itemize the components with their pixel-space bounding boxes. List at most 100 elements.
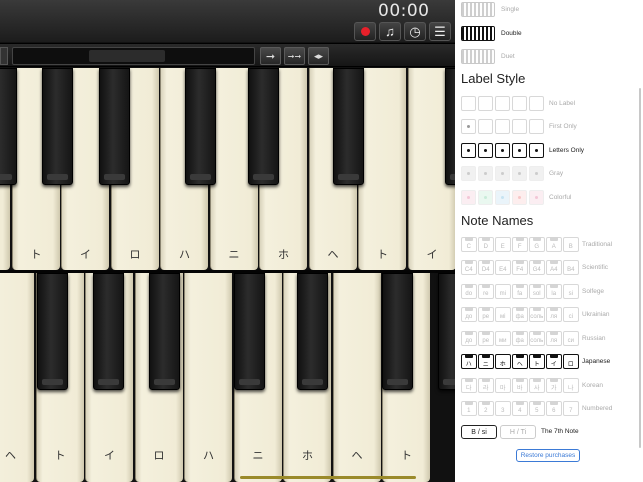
black-key-cap [516,260,524,264]
shift-one-button[interactable]: ➞ [260,47,281,65]
black-key[interactable] [149,273,180,390]
note-cell-text: 3 [501,407,505,414]
note-cell-text: do [465,290,473,297]
key-label: ト [401,450,412,462]
dot-icon [484,196,487,199]
metronome-button[interactable]: ◷ [404,22,426,41]
note-cell-text: 7 [569,407,573,414]
black-key[interactable] [333,68,364,185]
note-cell: 5 [529,401,545,416]
white-key[interactable]: ヘ [332,273,381,482]
split-button[interactable]: ◂▸ [308,47,329,65]
note-cell-text: ми [499,337,507,344]
note-cell-text: A4 [550,266,558,273]
black-key-cap [550,260,558,264]
key-label: ト [377,249,388,261]
black-key[interactable] [42,68,73,185]
keyboard-layout-double-option[interactable] [461,26,495,41]
seventh-note-b-button[interactable]: B / si [461,425,497,439]
dot-icon [467,196,470,199]
note-name-russian-option[interactable]: до ре ми фа соль ля си [461,331,579,346]
dot-icon [484,172,487,175]
black-key[interactable] [248,68,279,185]
black-key[interactable] [93,273,124,390]
black-key[interactable] [445,68,455,185]
black-key-cap [550,307,558,311]
note-cell: F [512,237,528,252]
black-key-cap [465,237,473,241]
note-name-traditional-option[interactable]: CDEFGAB [461,237,579,252]
shift-octave-button[interactable]: ➞➞ [284,47,305,65]
dot-icon [535,149,538,152]
scroll-left-handle[interactable] [0,47,8,65]
label-style-option[interactable] [461,143,544,158]
black-key[interactable] [37,273,68,390]
seventh-note-h-button[interactable]: H / Ti [500,425,536,439]
record-button[interactable] [354,22,376,41]
white-key[interactable]: ト [358,68,406,270]
black-key-cap [550,401,558,405]
menu-button[interactable]: ☰ [429,22,451,41]
panel-scrollbar[interactable] [639,88,641,448]
note-cell-text: B4 [567,266,575,273]
black-key[interactable] [0,68,17,185]
black-key[interactable] [99,68,130,185]
note-name-numbered-option[interactable]: 1 2 3 4 5 6 7 [461,401,579,416]
note-cell: 6 [546,401,562,416]
keyboard-scroll-track[interactable] [12,47,255,65]
key-label: イ [80,249,91,261]
label-style-option[interactable] [461,166,544,181]
keyboard-scroll-thumb[interactable] [89,50,165,62]
note-name-ukrainian-option[interactable]: до ре мі фа соль ля сі [461,307,579,322]
keyboard-layout-duet-option[interactable] [461,49,495,64]
note-cell: fa [512,284,528,299]
black-key[interactable] [185,68,216,185]
black-key[interactable] [438,273,455,390]
note-name-label: Traditional [582,241,613,248]
key-label: ホ [302,450,313,462]
restore-purchases-button[interactable]: Restore purchases [516,449,580,462]
white-key[interactable]: ハ [184,273,232,482]
black-key[interactable] [234,273,265,390]
note-cell: соль [529,331,545,346]
black-key[interactable] [297,273,328,390]
note-name-scientific-option[interactable]: C4 D4 E4 F4 G4 A4 B4 [461,260,579,275]
white-key[interactable]: ヘ [0,273,34,482]
note-cell-text: фа [515,313,524,320]
black-key-cap [465,354,473,358]
note-cell: соль [529,307,545,322]
note-cell: re [478,284,494,299]
note-name-korean-option[interactable]: 다라마바사가나 [461,378,579,393]
note-cell-text: D4 [481,266,490,273]
black-key[interactable] [382,273,413,390]
style-cell [529,96,544,111]
black-key-cap [533,331,541,335]
style-cell [461,143,476,158]
style-cell [529,143,544,158]
style-cell [461,166,476,181]
note-name-japanese-option[interactable]: ハニホヘトイロ [461,354,579,369]
timer-display: 00:00 [378,1,430,21]
label-style-option[interactable] [461,190,544,205]
note-cell: A4 [546,260,562,275]
note-cell-text: ля [550,337,558,344]
note-cell: C4 [461,260,477,275]
menu-icon: ☰ [434,23,446,39]
label-style-option[interactable] [461,119,544,134]
note-cell-text: la [551,290,557,297]
note-cell: ми [495,331,511,346]
note-cell: C [461,237,477,252]
music-note-button[interactable]: ♫ [379,22,401,41]
note-name-solfege-option[interactable]: do re mi fa sol la si [461,284,579,299]
style-cell [512,190,527,205]
key-label: イ [104,450,115,462]
note-cell-text: F4 [516,266,524,273]
label-style-option[interactable] [461,96,544,111]
note-cell: 사 [529,378,545,393]
note-cell: ロ [563,354,579,369]
note-cell-text: mi [499,290,506,297]
note-cell: ニ [478,354,494,369]
black-key-cap [550,378,558,382]
keyboard-layout-single-option[interactable] [461,2,495,17]
note-cell: イ [546,354,562,369]
